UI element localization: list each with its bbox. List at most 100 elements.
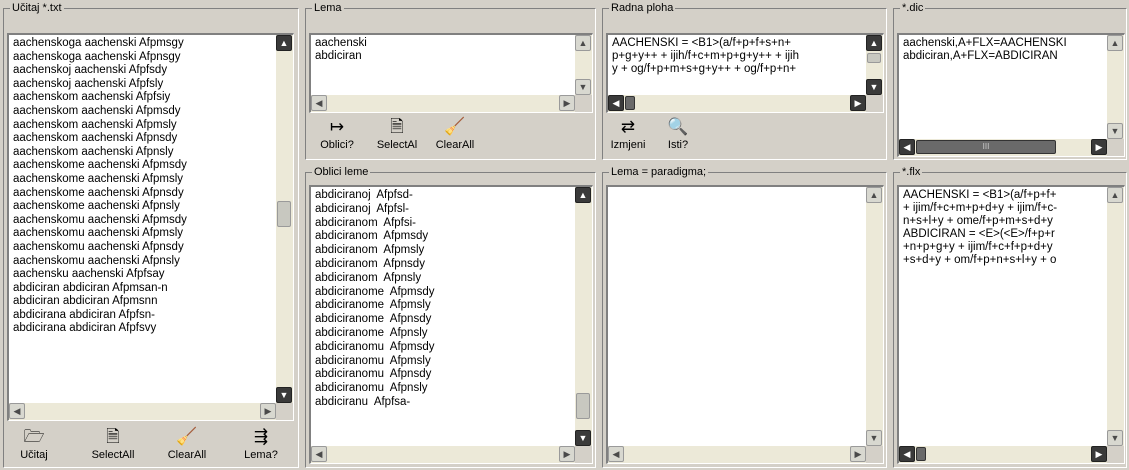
radna-panel: Radna ploha AACHENSKI = <B1>(a/f+p+f+s+n… [602, 1, 887, 160]
paradigma-title: Lema = paradigma; [609, 165, 709, 179]
scroll-up-button[interactable]: ▲ [276, 35, 292, 51]
paradigma-textbox[interactable]: ▲ ▼ ◀ ▶ [606, 185, 884, 464]
clear-all-label: ClearAll [167, 449, 207, 461]
scroll-up-button[interactable]: ▲ [866, 187, 882, 203]
broom-icon: 🧹 [176, 427, 198, 446]
lema-hscroll[interactable]: ◀ ▶ [311, 95, 575, 112]
oblici-text[interactable]: abdiciranoj Afpfsd- abdiciranoj Afpfsl- … [313, 188, 574, 445]
scroll-left-button[interactable]: ◀ [9, 403, 25, 419]
scroll-down-button[interactable]: ▼ [1107, 430, 1123, 446]
scroll-left-button[interactable]: ◀ [608, 446, 624, 462]
oblici-button-label: Oblici? [320, 139, 354, 151]
paradigma-vscroll[interactable]: ▲ ▼ [866, 187, 883, 446]
select-all-label: SelectAll [91, 449, 135, 461]
scroll-thumb[interactable] [576, 393, 590, 419]
scroll-right-button[interactable]: ▶ [559, 95, 575, 111]
scroll-right-button[interactable]: ▶ [850, 446, 866, 462]
oblici-button[interactable]: ↦ Oblici? [306, 117, 368, 152]
radna-title: Radna ploha [609, 1, 676, 15]
oblici-textbox[interactable]: abdiciranoj Afpfsd- abdiciranoj Afpfsl- … [309, 185, 593, 464]
lema-select-all-button[interactable]: 🗎 SelectAl [368, 117, 426, 152]
paradigma-panel: Lema = paradigma; ▲ ▼ ◀ ▶ [602, 165, 887, 468]
scroll-right-button[interactable]: ▶ [559, 446, 575, 462]
dic-textbox[interactable]: aachenski,A+FLX=AACHENSKI abdiciran,A+FL… [897, 33, 1125, 157]
lema-vscroll[interactable]: ▲ ▼ [575, 35, 592, 95]
scroll-thumb[interactable] [277, 201, 291, 227]
oblici-title: Oblici leme [312, 165, 371, 179]
lema-clear-all-label: ClearAll [435, 139, 475, 151]
lema-button[interactable]: ⇶ Lema? [230, 427, 292, 462]
isti-button-label: Isti? [667, 139, 689, 151]
scroll-corner [575, 446, 592, 463]
ucitaj-text[interactable]: aachenskoga aachenski Afpmsgy aachenskog… [11, 36, 275, 402]
scroll-up-button[interactable]: ▲ [866, 35, 882, 51]
flx-text[interactable]: AACHENSKI = <B1>(a/f+p+f+ + ijim/f+c+m+p… [901, 188, 1106, 445]
open-folder-icon: 🗁 [23, 427, 45, 446]
lema-panel: Lema aachenski abdiciran ▲ ▼ ◀ ▶ ↦ Oblic… [305, 1, 596, 160]
izmjeni-button-label: Izmjeni [610, 139, 646, 151]
scroll-down-button[interactable]: ▼ [866, 79, 882, 95]
izmjeni-button[interactable]: ⇄ Izmjeni [603, 117, 653, 152]
scroll-up-button[interactable]: ▲ [575, 187, 591, 203]
flx-vscroll[interactable]: ▲ ▼ [1107, 187, 1124, 446]
scroll-corner [1107, 446, 1124, 463]
scroll-down-button[interactable]: ▼ [276, 387, 292, 403]
flx-panel: *.flx AACHENSKI = <B1>(a/f+p+f+ + ijim/f… [893, 165, 1127, 468]
broom-icon: 🧹 [444, 117, 466, 136]
isti-button[interactable]: 🔍 Isti? [655, 117, 701, 152]
dic-hscroll[interactable]: ◀ III ▶ [899, 139, 1107, 156]
select-all-button[interactable]: 🗎 SelectAll [78, 427, 148, 462]
lema-button-label: Lema? [244, 449, 278, 461]
radna-hscroll[interactable]: ◀ ▶ [608, 95, 866, 112]
scroll-thumb[interactable]: III [916, 140, 1056, 154]
paradigma-text[interactable] [610, 188, 865, 445]
scroll-right-button[interactable]: ▶ [1091, 446, 1107, 462]
scroll-thumb[interactable] [867, 53, 881, 63]
radna-text[interactable]: AACHENSKI = <B1>(a/f+p+f+s+n+ p+g+y++ + … [610, 36, 865, 94]
scroll-right-button[interactable]: ▶ [1091, 139, 1107, 155]
oblici-vscroll[interactable]: ▲ ▼ [575, 187, 592, 446]
ucitaj-vscroll[interactable]: ▲ ▼ [276, 35, 293, 403]
scroll-up-button[interactable]: ▲ [575, 35, 591, 51]
oblici-panel: Oblici leme abdiciranoj Afpfsd- abdicira… [305, 165, 596, 468]
scroll-down-button[interactable]: ▼ [1107, 123, 1123, 139]
paradigma-hscroll[interactable]: ◀ ▶ [608, 446, 866, 463]
flx-textbox[interactable]: AACHENSKI = <B1>(a/f+p+f+ + ijim/f+c+m+p… [897, 185, 1125, 464]
scroll-right-button[interactable]: ▶ [260, 403, 276, 419]
lema-text[interactable]: aachenski abdiciran [313, 36, 574, 94]
scroll-thumb[interactable] [625, 96, 635, 110]
lema-select-all-label: SelectAl [376, 139, 418, 151]
lema-clear-all-button[interactable]: 🧹 ClearAll [424, 117, 486, 152]
scroll-corner [276, 403, 293, 420]
magnifier-icon: 🔍 [667, 117, 689, 136]
dic-vscroll[interactable]: ▲ ▼ [1107, 35, 1124, 139]
flx-hscroll[interactable]: ◀ ▶ [899, 446, 1107, 463]
dic-text[interactable]: aachenski,A+FLX=AACHENSKI abdiciran,A+FL… [901, 36, 1106, 138]
ucitaj-hscroll[interactable]: ◀ ▶ [9, 403, 276, 420]
document-icon: 🗎 [390, 117, 404, 136]
scroll-corner [866, 446, 883, 463]
ucitaj-textbox[interactable]: aachenskoga aachenski Afpmsgy aachenskog… [7, 33, 294, 421]
scroll-left-button[interactable]: ◀ [899, 446, 915, 462]
scroll-down-button[interactable]: ▼ [575, 79, 591, 95]
scroll-right-button[interactable]: ▶ [850, 95, 866, 111]
radna-vscroll[interactable]: ▲ ▼ [866, 35, 883, 95]
scroll-down-button[interactable]: ▼ [866, 430, 882, 446]
scroll-left-button[interactable]: ◀ [899, 139, 915, 155]
lema-textbox[interactable]: aachenski abdiciran ▲ ▼ ◀ ▶ [309, 33, 593, 113]
scroll-down-button[interactable]: ▼ [575, 430, 591, 446]
radna-textbox[interactable]: AACHENSKI = <B1>(a/f+p+f+s+n+ p+g+y++ + … [606, 33, 884, 113]
scroll-thumb[interactable] [916, 447, 926, 461]
scroll-up-button[interactable]: ▲ [1107, 35, 1123, 51]
scroll-left-button[interactable]: ◀ [311, 446, 327, 462]
ucitaj-button[interactable]: 🗁 Učitaj [4, 427, 64, 462]
clear-all-button[interactable]: 🧹 ClearAll [154, 427, 220, 462]
scroll-up-button[interactable]: ▲ [1107, 187, 1123, 203]
ucitaj-button-label: Učitaj [20, 449, 48, 461]
scroll-thumb-grip: III [982, 142, 990, 151]
scroll-left-button[interactable]: ◀ [608, 95, 624, 111]
lemma-icon: ⇶ [253, 427, 269, 446]
scroll-corner [1107, 139, 1124, 156]
scroll-left-button[interactable]: ◀ [311, 95, 327, 111]
oblici-hscroll[interactable]: ◀ ▶ [311, 446, 575, 463]
